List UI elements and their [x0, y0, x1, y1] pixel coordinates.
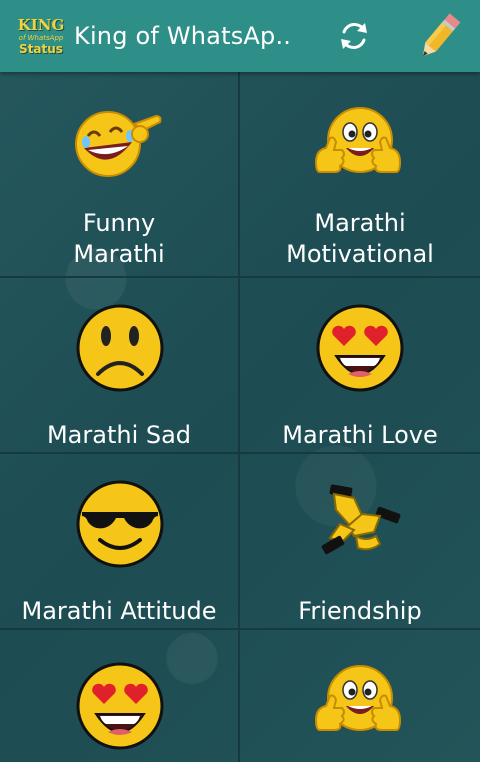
refresh-button[interactable]: [334, 16, 374, 56]
sad-emoji-icon: [76, 304, 164, 392]
logo-line-2: of WhatsApp: [18, 33, 64, 42]
pencil-icon: [422, 13, 461, 57]
category-tile-funny-marathi[interactable]: Funny Marathi: [0, 72, 240, 278]
category-label: Marathi Attitude: [21, 597, 217, 625]
category-grid: Funny Marathi Marathi Motivational Marathi…: [0, 72, 480, 762]
app-bar: KING of WhatsApp Status King of WhatsAp.…: [0, 0, 480, 72]
category-tile-marathi-love[interactable]: Marathi Love: [240, 278, 480, 454]
sunglasses-emoji-icon: [76, 480, 164, 568]
category-tile-7[interactable]: [0, 630, 240, 762]
app-title: King of WhatsAp..: [74, 22, 292, 50]
category-label: Marathi Motivational: [286, 209, 434, 268]
heart-eyes-emoji-icon: [316, 304, 404, 392]
heart-eyes-emoji-icon: [76, 662, 164, 750]
category-tile-8[interactable]: [240, 630, 480, 762]
category-label: Marathi Sad: [46, 421, 192, 449]
logo-line-3: Status: [19, 41, 63, 56]
category-tile-marathi-sad[interactable]: Marathi Sad: [0, 278, 240, 454]
category-tile-marathi-motivational[interactable]: Marathi Motivational: [240, 72, 480, 278]
thumbs-up-emoji-icon: [314, 665, 402, 731]
app-logo: KING of WhatsApp Status: [16, 8, 66, 64]
logo-line-1: KING: [17, 15, 65, 34]
handshake-icon: [321, 484, 401, 555]
thumbs-up-emoji-icon: [314, 107, 402, 173]
category-tile-marathi-attitude[interactable]: Marathi Attitude: [0, 454, 240, 630]
category-label: Funny Marathi: [73, 209, 165, 268]
laughing-emoji-icon: [75, 111, 162, 177]
refresh-icon: [341, 23, 367, 49]
edit-button[interactable]: [414, 10, 464, 64]
category-label: Marathi Love: [282, 421, 438, 449]
category-tile-friendship[interactable]: Friendship: [240, 454, 480, 630]
category-label: Friendship: [298, 597, 422, 625]
